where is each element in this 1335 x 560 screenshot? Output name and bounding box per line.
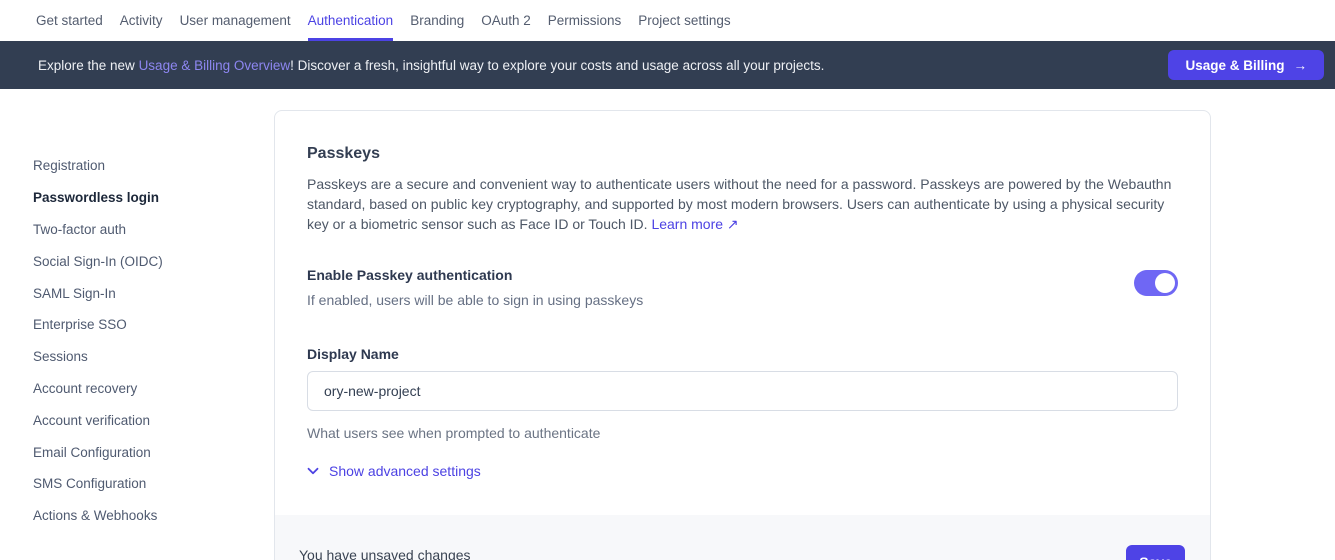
enable-passkey-description: If enabled, users will be able to sign i… — [307, 292, 643, 308]
enable-passkey-label: Enable Passkey authentication — [307, 267, 643, 283]
tab-permissions[interactable]: Permissions — [548, 0, 622, 41]
tab-get-started[interactable]: Get started — [36, 0, 103, 41]
banner-text-suffix: ! Discover a fresh, insightful way to ex… — [290, 58, 824, 73]
passkeys-card: Passkeys Passkeys are a secure and conve… — [274, 110, 1211, 560]
sidebar-item-passwordless-login[interactable]: Passwordless login — [33, 182, 253, 214]
usage-billing-button[interactable]: Usage & Billing → — [1168, 50, 1324, 80]
tab-authentication[interactable]: Authentication — [308, 0, 394, 41]
passkeys-card-body: Passkeys Passkeys are a secure and conve… — [275, 145, 1210, 480]
display-name-helper: What users see when prompted to authenti… — [307, 425, 1178, 441]
sidebar-item-account-recovery[interactable]: Account recovery — [33, 373, 253, 405]
unsaved-changes-status: You have unsaved changes — [299, 547, 471, 560]
chevron-down-icon — [307, 467, 319, 475]
sidebar-item-sms-configuration[interactable]: SMS Configuration — [33, 468, 253, 500]
sidebar-item-social-sign-in-oidc[interactable]: Social Sign-In (OIDC) — [33, 245, 253, 277]
sidebar-item-email-configuration[interactable]: Email Configuration — [33, 436, 253, 468]
enable-passkey-row: Enable Passkey authentication If enabled… — [307, 267, 1178, 308]
tab-activity[interactable]: Activity — [120, 0, 163, 41]
tab-project-settings[interactable]: Project settings — [638, 0, 730, 41]
arrow-right-icon: → — [1294, 58, 1308, 73]
sidebar-item-two-factor-auth[interactable]: Two-factor auth — [33, 214, 253, 246]
top-navigation: Get started Activity User management Aut… — [0, 0, 1335, 41]
sidebar-item-registration[interactable]: Registration — [33, 150, 253, 182]
save-bar: You have unsaved changes Save — [275, 515, 1210, 560]
usage-billing-button-label: Usage & Billing — [1185, 58, 1284, 73]
show-advanced-settings[interactable]: Show advanced settings — [307, 463, 481, 479]
save-button[interactable]: Save — [1126, 545, 1185, 560]
passkeys-description: Passkeys are a secure and convenient way… — [307, 174, 1178, 234]
sidebar-item-actions-webhooks[interactable]: Actions & Webhooks — [33, 500, 253, 532]
passkeys-description-text: Passkeys are a secure and convenient way… — [307, 176, 1171, 232]
authentication-page: Registration Passwordless login Two-fact… — [0, 89, 1335, 560]
passkeys-title: Passkeys — [307, 145, 1178, 163]
sidebar-item-account-verification[interactable]: Account verification — [33, 404, 253, 436]
usage-billing-overview-link[interactable]: Usage & Billing Overview — [139, 58, 291, 73]
usage-billing-banner: Explore the new Usage & Billing Overview… — [0, 41, 1335, 89]
sidebar-item-enterprise-sso[interactable]: Enterprise SSO — [33, 309, 253, 341]
settings-sidebar: Registration Passwordless login Two-fact… — [33, 150, 253, 532]
show-advanced-settings-label: Show advanced settings — [329, 463, 481, 479]
display-name-label: Display Name — [307, 346, 1178, 362]
sidebar-item-sessions[interactable]: Sessions — [33, 341, 253, 373]
toggle-knob — [1155, 273, 1175, 293]
enable-passkey-texts: Enable Passkey authentication If enabled… — [307, 267, 643, 308]
display-name-input[interactable] — [307, 371, 1178, 411]
tab-branding[interactable]: Branding — [410, 0, 464, 41]
banner-text-prefix: Explore the new — [38, 58, 139, 73]
learn-more-link[interactable]: Learn more ↗ — [651, 216, 738, 232]
enable-passkey-toggle[interactable] — [1134, 270, 1178, 296]
tab-oauth2[interactable]: OAuth 2 — [481, 0, 531, 41]
learn-more-label: Learn more — [651, 216, 723, 232]
banner-message: Explore the new Usage & Billing Overview… — [38, 58, 1168, 73]
external-link-arrow-icon: ↗ — [727, 216, 739, 232]
sidebar-item-saml-sign-in[interactable]: SAML Sign-In — [33, 277, 253, 309]
tab-user-management[interactable]: User management — [180, 0, 291, 41]
